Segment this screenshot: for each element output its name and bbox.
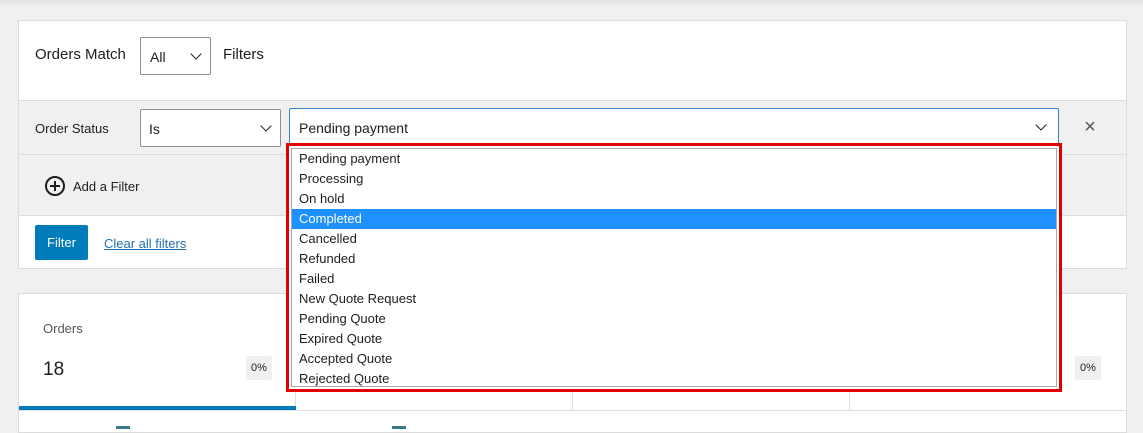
dropdown-options-list: Pending payment Processing On hold Complete… [291,148,1057,387]
match-row: Orders Match All Filters [19,21,1126,100]
orders-match-label: Orders Match [35,46,126,63]
stat-card-orders[interactable]: Orders 18 0% [19,294,296,410]
filters-label: Filters [223,46,264,63]
top-shadow [0,0,1143,6]
dropdown-option[interactable]: Rejected Quote [292,369,1056,389]
order-status-label: Order Status [35,121,109,136]
filter-button[interactable]: Filter [35,225,88,260]
match-select[interactable]: All [140,37,211,75]
clear-all-filters-link[interactable]: Clear all filters [104,236,186,251]
stats-divider [19,410,1126,411]
orders-stat-value: 18 [43,359,65,380]
dropdown-option[interactable]: Cancelled [292,229,1056,249]
order-status-dropdown: Pending payment Processing On hold Complete… [286,143,1062,392]
dropdown-option[interactable]: Failed [292,269,1056,289]
dropdown-option[interactable]: Expired Quote [292,329,1056,349]
order-status-select[interactable]: Pending payment [289,108,1059,148]
chevron-down-icon [1035,119,1047,131]
add-circle-icon[interactable] [45,176,65,196]
chevron-down-icon [260,120,272,132]
operator-select-value: Is [149,121,160,137]
dropdown-option[interactable]: New Quote Request [292,289,1056,309]
stat-4-change-badge: 0% [1075,356,1101,380]
orders-change-badge: 0% [246,356,272,380]
match-select-value: All [150,49,166,65]
dropdown-option[interactable]: Accepted Quote [292,349,1056,369]
add-filter-button[interactable]: Add a Filter [73,179,139,194]
operator-select[interactable]: Is [140,109,281,147]
chevron-down-icon [190,48,202,60]
dropdown-option[interactable]: Pending payment [292,149,1056,169]
dropdown-option[interactable]: On hold [292,189,1056,209]
order-status-select-value: Pending payment [299,120,408,136]
dropdown-option[interactable]: Refunded [292,249,1056,269]
dropdown-option[interactable]: Processing [292,169,1056,189]
dropdown-option[interactable]: Completed [292,209,1056,229]
dropdown-option[interactable]: Pending Quote [292,309,1056,329]
orders-stat-label: Orders [43,321,83,336]
remove-filter-close-icon[interactable]: × [1082,117,1098,137]
